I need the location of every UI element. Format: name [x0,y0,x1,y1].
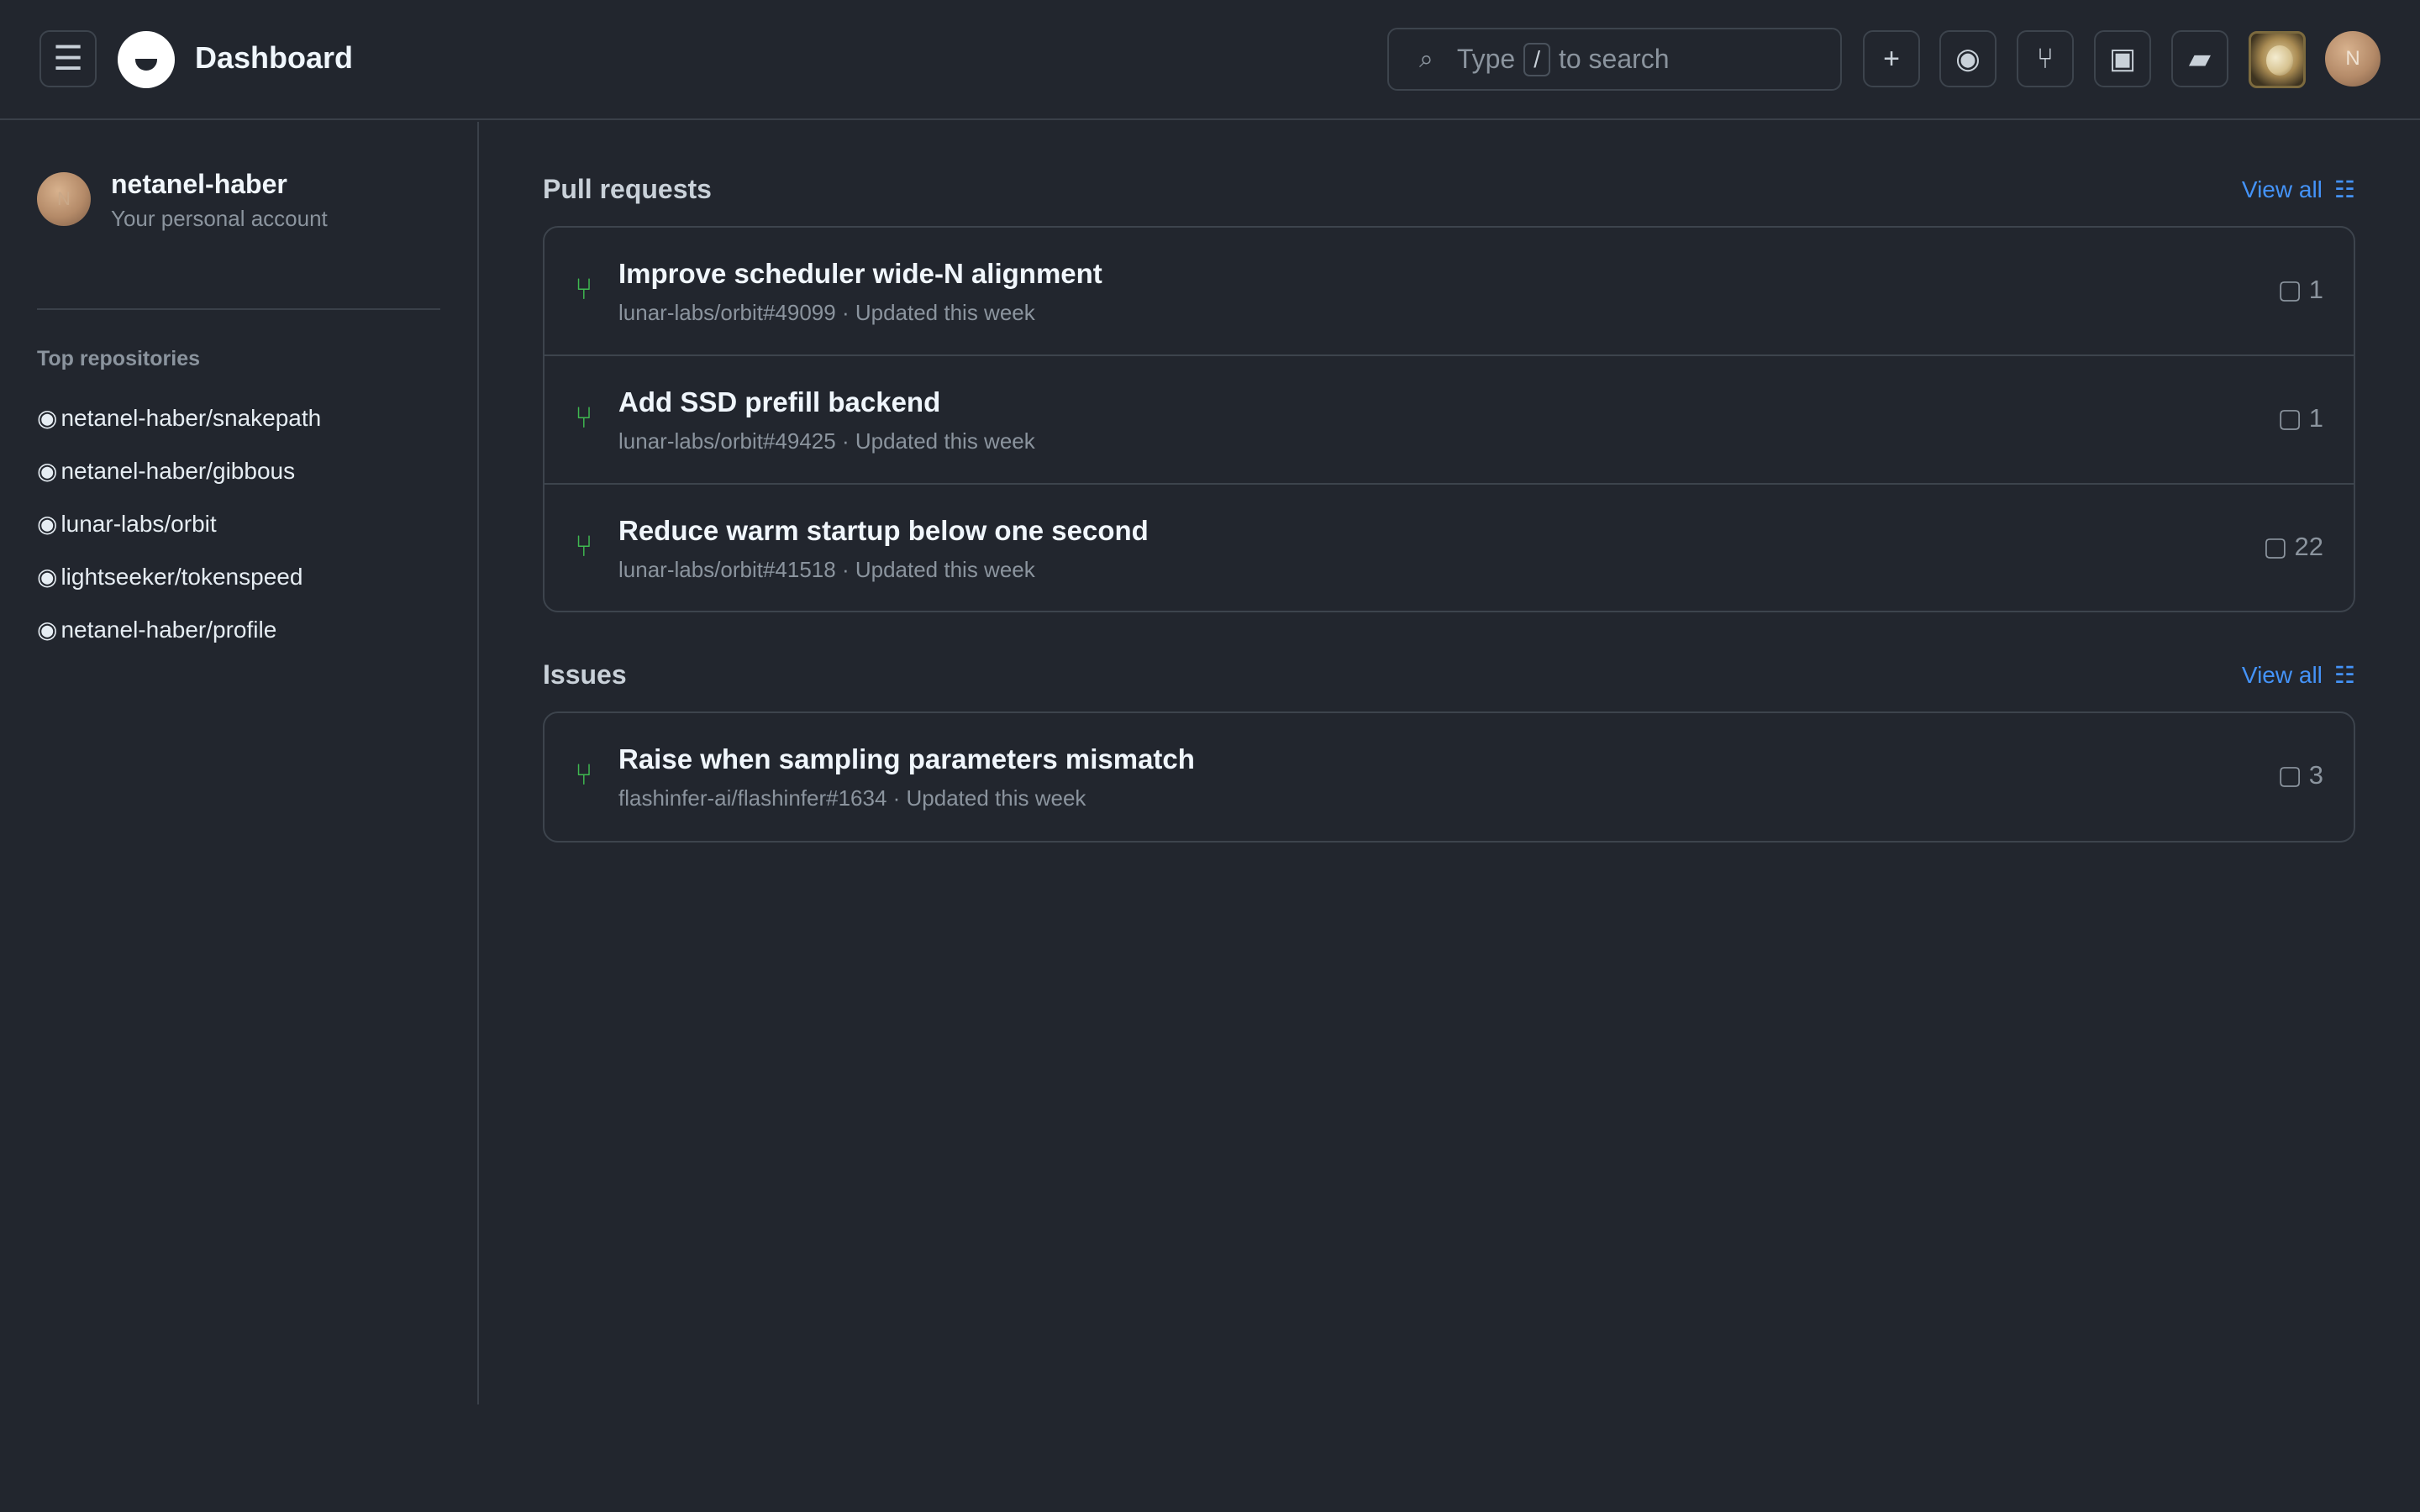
comment-icon: ▢ [2277,403,2302,433]
home-logo[interactable] [118,31,175,88]
repo-name: netanel-haber/gibbous [60,458,296,484]
comment-count-value: 1 [2308,403,2323,433]
repo-link[interactable]: ◉ netanel-haber/gibbous [37,457,295,485]
comment-count[interactable]: ▢ 1 [2277,403,2323,433]
sidebar: N netanel-haber Your personal account To… [0,122,479,1404]
hamburger-icon: ☰ [53,40,83,77]
status-moon-button[interactable] [2249,31,2306,88]
pull-request-title[interactable]: Add SSD prefill backend [618,386,940,418]
comment-count[interactable]: ▢ 1 [2277,275,2323,305]
git-pull-request-icon: ⑂ [2036,43,2054,75]
comment-icon: ▢ [2277,760,2302,790]
view-all-label: View all [2241,662,2323,688]
repo-name: netanel-haber/profile [60,617,277,643]
account-username[interactable]: netanel-haber [111,169,287,200]
search-input[interactable]: ⌕ Type / to search [1387,28,1842,91]
inbox-icon: ▣ [2108,43,2137,75]
top-repositories-heading: Top repositories [37,347,201,370]
plus-icon: + [1883,43,1900,75]
sidebar-divider [37,308,440,310]
issues-heading: Issues [543,659,627,690]
search-shortcut-key: / [1523,42,1550,76]
moon-icon [2266,45,2293,76]
pull-request-row[interactable]: ⑂ Add SSD prefill backend lunar-labs/orb… [544,356,2354,485]
pull-request-meta: lunar-labs/orbit#49425 · Updated this we… [618,428,1035,454]
comment-count[interactable]: ▢ 3 [2277,760,2323,790]
issue-meta: flashinfer-ai/flashinfer#1634 · Updated … [618,785,1086,811]
list-icon: ☷ [2333,176,2355,202]
repo-link[interactable]: ◉ netanel-haber/snakepath [37,404,321,432]
repo-link[interactable]: ◉ lunar-labs/orbit [37,510,217,538]
git-pull-request-icon: ⑂ [575,757,593,791]
pull-request-title[interactable]: Reduce warm startup below one second [618,515,1149,547]
search-icon: ⌕ [1419,45,1434,73]
comment-count-value: 22 [2294,532,2323,561]
avatar-initial: N [2345,47,2360,70]
pull-requests-heading: Pull requests [543,174,712,204]
repo-name: lunar-labs/orbit [60,511,217,537]
repo-name: netanel-haber/snakepath [60,405,322,431]
pull-requests-view-all-link[interactable]: View all ☷ [2242,176,2355,203]
pull-request-row[interactable]: ⑂ Reduce warm startup below one second l… [544,485,2354,611]
issues-button[interactable]: ◉ [1939,30,1996,87]
repo-icon: ◉ [37,511,58,537]
copilot-button[interactable]: ▰ [2171,30,2228,87]
repo-icon: ◉ [37,458,58,484]
pull-request-meta: lunar-labs/orbit#49099 · Updated this we… [618,300,1035,325]
logo-mark-icon [135,59,157,71]
comment-count-value: 3 [2308,760,2323,790]
pull-request-meta: lunar-labs/orbit#41518 · Updated this we… [618,557,1035,582]
view-all-label: View all [2241,176,2323,202]
git-pull-request-icon: ⑂ [575,400,593,434]
comment-icon: ▢ [2263,532,2288,561]
git-pull-request-icon: ⑂ [575,528,593,563]
sidebar-avatar[interactable]: N [37,172,91,226]
repo-icon: ◉ [37,617,58,643]
comment-count-value: 1 [2308,275,2323,304]
pull-requests-button[interactable]: ⑂ [2017,30,2074,87]
sidebar-avatar-initial: N [57,188,71,209]
search-placeholder-prefix: Type [1456,44,1516,74]
repo-icon: ◉ [37,564,58,590]
top-bar: ☰ Dashboard ⌕ Type / to search + ◉ ⑂ ▣ ▰… [0,0,2420,120]
issue-row[interactable]: ⑂ Raise when sampling parameters mismatc… [544,713,2354,841]
account-type-label: Your personal account [111,206,328,231]
comment-icon: ▢ [2277,275,2302,304]
repo-icon: ◉ [37,405,58,431]
git-pull-request-icon: ⑂ [575,271,593,306]
issues-view-all-link[interactable]: View all ☷ [2242,661,2355,689]
pull-request-title[interactable]: Improve scheduler wide-N alignment [618,258,1102,290]
issue-opened-icon: ◉ [1955,43,1981,75]
issues-list: ⑂ Raise when sampling parameters mismatc… [543,711,2355,843]
repo-link[interactable]: ◉ lightseeker/tokenspeed [37,563,302,591]
user-avatar-menu[interactable]: N [2325,31,2381,87]
menu-button[interactable]: ☰ [39,30,97,87]
repo-link[interactable]: ◉ netanel-haber/profile [37,616,276,643]
pull-request-row[interactable]: ⑂ Improve scheduler wide-N alignment lun… [544,228,2354,356]
search-placeholder-suffix: to search [1558,44,1670,74]
list-icon: ☷ [2333,662,2355,688]
comment-count[interactable]: ▢ 22 [2263,532,2323,562]
create-new-button[interactable]: + [1863,30,1920,87]
issue-title[interactable]: Raise when sampling parameters mismatch [618,743,1195,775]
copilot-icon: ▰ [2188,43,2212,75]
page-title: Dashboard [195,40,354,75]
pull-requests-list: ⑂ Improve scheduler wide-N alignment lun… [543,226,2355,612]
repo-name: lightseeker/tokenspeed [60,564,303,590]
inbox-button[interactable]: ▣ [2094,30,2151,87]
